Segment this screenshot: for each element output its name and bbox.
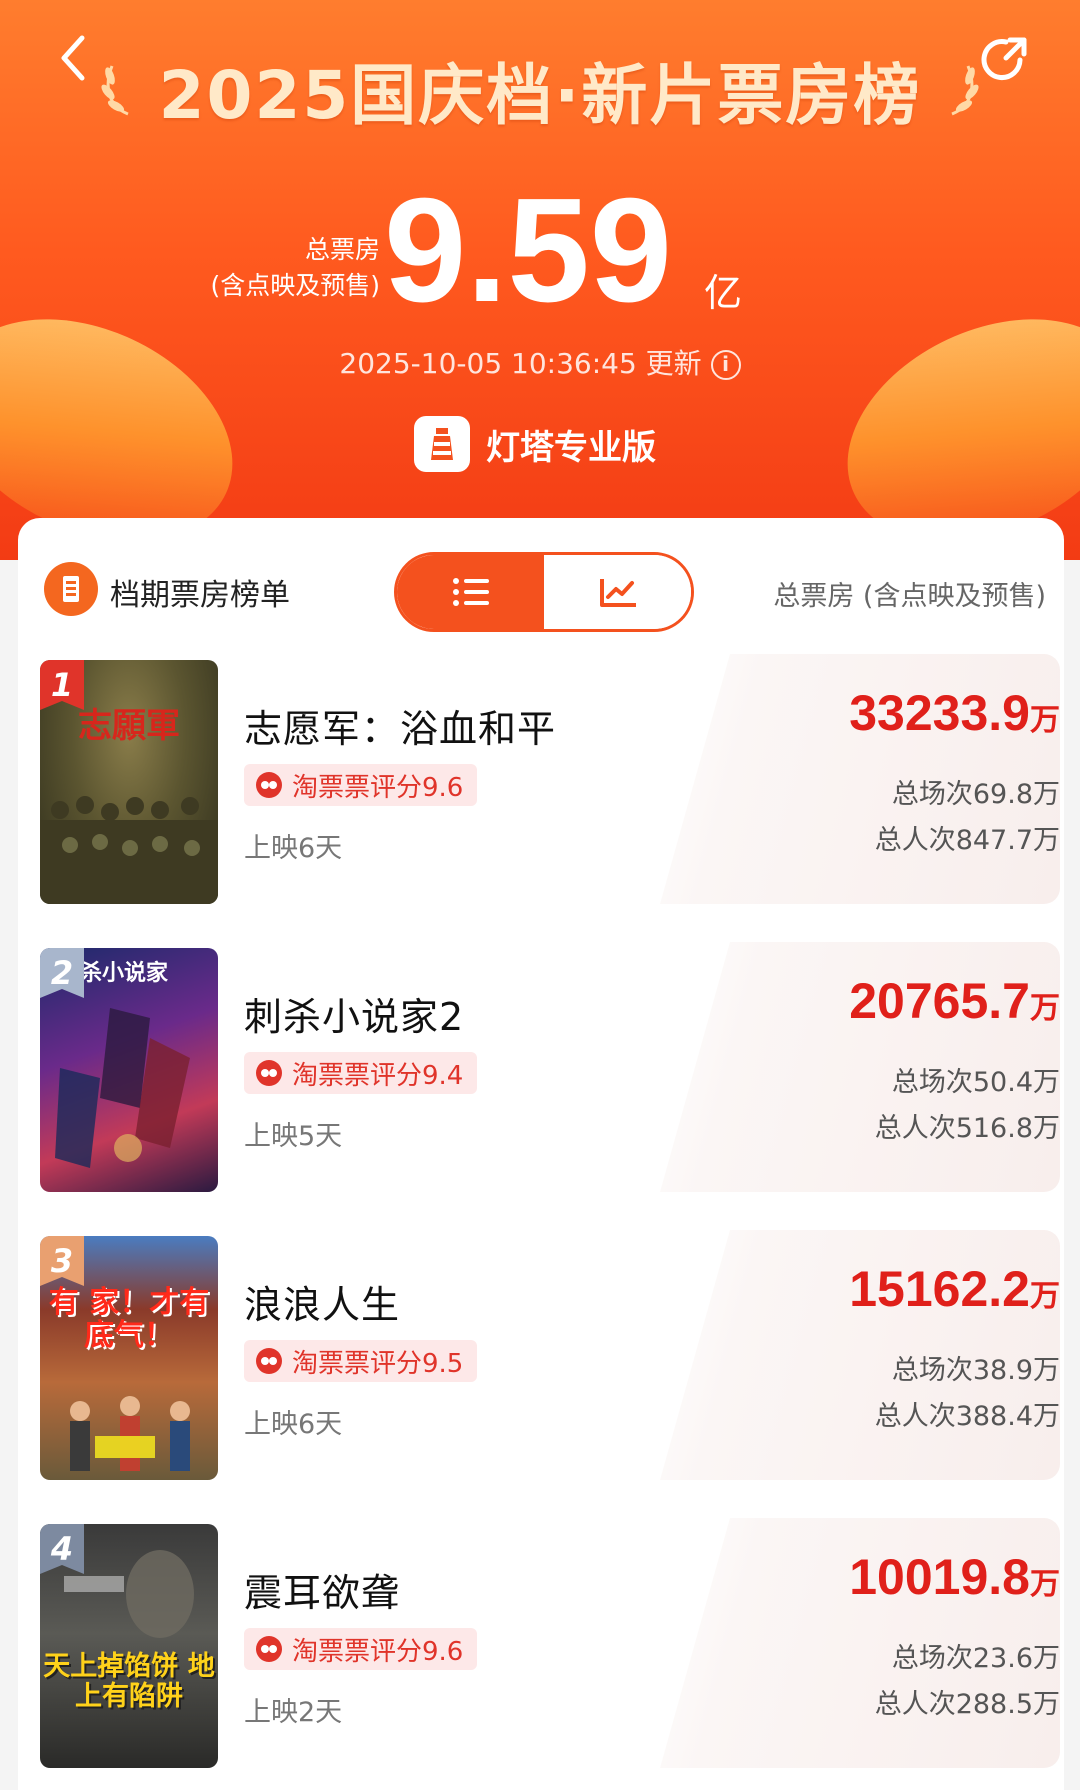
trend-chart-icon [599, 579, 636, 607]
total-label-line1: 总票房 [304, 235, 380, 264]
lighthouse-icon [414, 416, 470, 472]
box-office-number: 33233.9 [849, 685, 1030, 741]
movie-title[interactable]: 震耳欲聋 [244, 1562, 400, 1617]
box-office-number: 10019.8 [849, 1549, 1030, 1605]
chart-view-button[interactable] [544, 555, 691, 629]
total-label-line2: (含点映及预售) [210, 271, 380, 300]
list-title: 档期票房榜单 [110, 578, 290, 613]
taopiaopiao-icon [256, 1060, 282, 1086]
total-screenings: 总场次69.8万 [891, 779, 1060, 810]
release-days: 上映6天 [244, 1409, 343, 1440]
rating-tag: 淘票票评分9.6 [244, 764, 478, 806]
release-days: 上映5天 [244, 1121, 343, 1152]
movie-poster: 天上掉馅饼 地上有陷阱 4 [40, 1524, 218, 1768]
header-banner: 2025国庆档·新片票房榜 总票房 (含点映及预售) 9.59 亿 2025-1… [0, 0, 1080, 560]
rating-text: 淘票票评分9.5 [292, 1348, 464, 1379]
list-view-button[interactable] [397, 555, 544, 629]
update-time-text: 2025-10-05 10:36:45 更新 [339, 347, 702, 380]
page-title: 2025国庆档·新片票房榜 [158, 57, 922, 134]
box-office-value: 10019.8万 [849, 1548, 1060, 1606]
box-office-unit: 万 [1030, 1280, 1060, 1313]
taopiaopiao-icon [256, 1348, 282, 1374]
taopiaopiao-icon [256, 772, 282, 798]
ticket-list-icon [44, 562, 98, 616]
rating-tag: 淘票票评分9.6 [244, 1628, 478, 1670]
movie-row[interactable]: 有 家！才有底气！ 3 浪浪人生 淘票票评分9.5 上映6天 15162.2万 … [40, 1230, 1060, 1480]
rating-text: 淘票票评分9.6 [292, 772, 464, 803]
total-admissions: 总人次388.4万 [874, 1401, 1060, 1432]
info-icon[interactable]: i [710, 350, 741, 380]
total-box-office-label: 总票房 (含点映及预售) [180, 232, 380, 304]
rating-text: 淘票票评分9.4 [292, 1060, 464, 1091]
release-days: 上映2天 [244, 1697, 343, 1728]
list-icon [452, 578, 489, 606]
movie-row[interactable]: 志願軍 1 志愿军：浴血和平 淘票票评分9.6 上映6天 33233.9万 总场… [40, 654, 1060, 904]
box-office-unit: 万 [1030, 992, 1060, 1025]
movie-title[interactable]: 志愿军：浴血和平 [244, 698, 556, 753]
total-screenings: 总场次23.6万 [891, 1643, 1060, 1674]
box-office-number: 15162.2 [849, 1261, 1030, 1317]
total-box-office-unit: 亿 [704, 271, 743, 315]
movie-title[interactable]: 浪浪人生 [244, 1274, 400, 1329]
brand-logo: 灯塔专业版 [414, 416, 656, 472]
total-screenings: 总场次38.9万 [891, 1355, 1060, 1386]
rating-text: 淘票票评分9.6 [292, 1636, 464, 1667]
rating-tag: 淘票票评分9.5 [244, 1340, 478, 1382]
taopiaopiao-icon [256, 1636, 282, 1662]
box-office-unit: 万 [1030, 704, 1060, 737]
box-office-value: 15162.2万 [849, 1260, 1060, 1318]
total-box-office-value: 9.59 [384, 168, 673, 333]
box-office-value: 33233.9万 [849, 684, 1060, 742]
brand-name: 灯塔专业版 [486, 427, 656, 468]
column-header: 总票房 (含点映及预售) [773, 581, 1046, 612]
total-screenings: 总场次50.4万 [891, 1067, 1060, 1098]
movie-poster: 有 家！才有底气！ 3 [40, 1236, 218, 1480]
view-toggle [394, 552, 694, 632]
panel-header: 档期票房榜单 总票房 (含点映及预售) [18, 518, 1064, 632]
ranking-panel: 档期票房榜单 总票房 (含点映及预售) 志願軍 1 志愿军：浴血和平 淘票票评分… [18, 518, 1064, 1790]
total-admissions: 总人次288.5万 [874, 1689, 1060, 1720]
rating-tag: 淘票票评分9.4 [244, 1052, 478, 1094]
total-admissions: 总人次516.8万 [874, 1113, 1060, 1144]
box-office-number: 20765.7 [849, 973, 1030, 1029]
movie-title[interactable]: 刺杀小说家2 [244, 986, 464, 1041]
release-days: 上映6天 [244, 833, 343, 864]
movie-row[interactable]: 刺杀小说家 2 刺杀小说家2 淘票票评分9.4 上映5天 20765.7万 总场… [40, 942, 1060, 1192]
box-office-unit: 万 [1030, 1568, 1060, 1601]
movie-poster: 志願軍 1 [40, 660, 218, 904]
box-office-value: 20765.7万 [849, 972, 1060, 1030]
movie-poster: 刺杀小说家 2 [40, 948, 218, 1192]
update-time: 2025-10-05 10:36:45 更新 i [0, 342, 1080, 382]
total-admissions: 总人次847.7万 [874, 825, 1060, 856]
movie-row[interactable]: 天上掉馅饼 地上有陷阱 4 震耳欲聋 淘票票评分9.6 上映2天 10019.8… [40, 1518, 1060, 1768]
